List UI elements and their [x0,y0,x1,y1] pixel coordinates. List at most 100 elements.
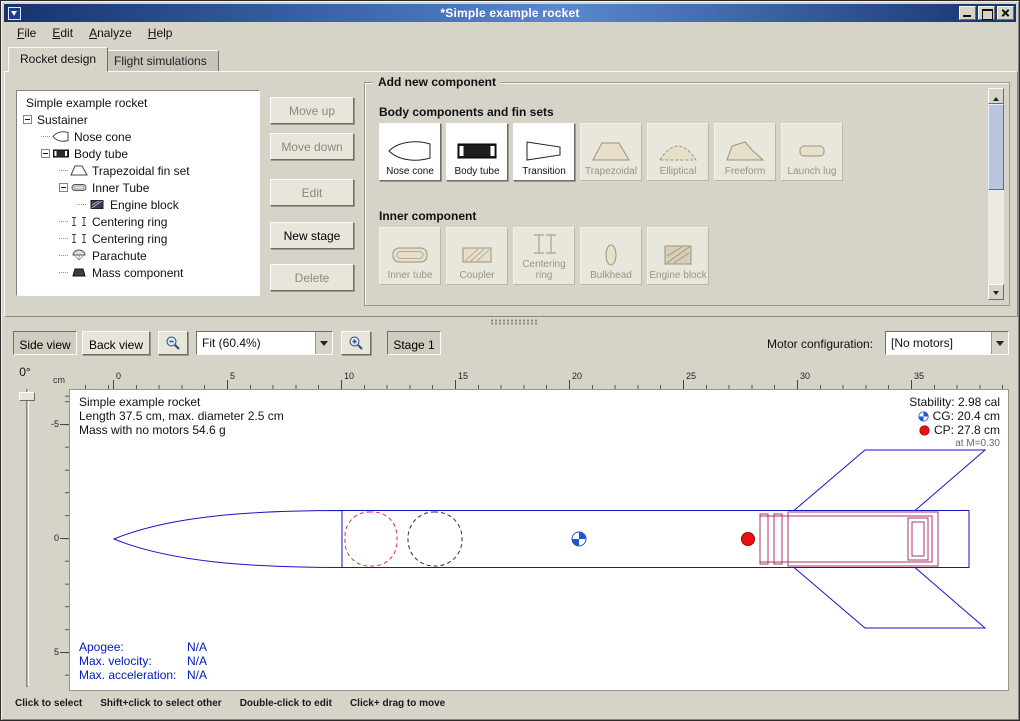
chevron-down-icon[interactable] [991,332,1008,354]
rotation-slider-handle[interactable] [19,392,35,401]
rotation-slider[interactable] [26,389,29,687]
minimize-button[interactable] [959,6,976,20]
add-freeform-fin-button: Freeform [714,123,776,181]
rocket-canvas[interactable]: Simple example rocket Length 37.5 cm, ma… [69,389,1009,691]
component-scrollbar[interactable] [988,88,1004,300]
add-centering-ring-button: Centering ring [513,227,575,285]
side-view-button[interactable]: Side view [13,331,77,355]
collapse-icon[interactable] [41,149,50,158]
zoom-out-icon [165,335,181,351]
rocket-design-panel: Simple example rocket Sustainer Nose con… [4,71,1018,317]
body-tube-icon [52,147,70,160]
body-component-buttons: Nose cone Body tube Transition [379,123,843,181]
tree-item-body-tube[interactable]: Body tube [19,145,259,162]
tree-item-centering-ring-2[interactable]: Centering ring [19,230,259,247]
inner-tube-outline [760,516,932,562]
collapse-icon[interactable] [23,115,32,124]
vertical-ruler: -505 [49,389,69,691]
cg-icon [918,411,929,422]
collapse-icon[interactable] [59,183,68,192]
zoom-value: Fit (60.4%) [197,336,315,350]
add-coupler-button: Coupler [446,227,508,285]
horizontal-ruler: 05101520253035 [69,371,1009,389]
nose-cone-icon [387,138,433,164]
centering-ring-icon [70,215,88,228]
inner-component-label: Inner component [379,209,476,223]
menu-file[interactable]: File [9,24,44,42]
scrollbar-thumb[interactable] [988,104,1004,190]
move-up-button: Move up [270,97,354,124]
add-nose-cone-button[interactable]: Nose cone [379,123,441,181]
back-view-button[interactable]: Back view [82,331,150,355]
nose-cone-icon [52,130,70,143]
rocket-info: Simple example rocket Length 37.5 cm, ma… [79,395,284,437]
engine-block-outline [908,518,928,560]
delete-button: Delete [270,264,354,291]
centering-ring-icon [70,232,88,245]
tree-item-label: Mass component [89,266,183,280]
add-component-group: Add new component Body components and fi… [364,82,1010,306]
mach-label: at M=0.30 [909,437,1000,451]
tree-item-centering-ring-1[interactable]: Centering ring [19,213,259,230]
tree-item-label: Parachute [89,249,147,263]
tree-item-label: Simple example rocket [23,96,147,110]
zoom-in-button[interactable] [341,331,371,355]
body-tube-icon [454,138,500,164]
tree-item-label: Inner Tube [89,181,149,195]
centering-ring-outline [760,514,768,564]
add-body-tube-button[interactable]: Body tube [446,123,508,181]
title-bar[interactable]: *Simple example rocket [4,4,1016,22]
close-button[interactable] [997,6,1014,20]
add-launch-lug-button: Launch lug [781,123,843,181]
status-bar: Click to selectShift+click to select oth… [15,698,463,709]
stability-info: Stability: 2.98 cal CG: 20.4 cm CP: 27.8… [909,395,1000,451]
flight-info: Apogee:N/A Max. velocity:N/A Max. accele… [79,640,207,682]
cg-value: CG: 20.4 cm [933,409,1000,423]
mass-component-icon [70,266,88,279]
tree-item-parachute[interactable]: Parachute [19,247,259,264]
engine-block-outline [912,522,924,556]
menu-analyze[interactable]: Analyze [81,24,140,42]
add-trapezoidal-fin-button: Trapezoidal [580,123,642,181]
centering-ring-outline [774,514,782,564]
parachute-icon [70,249,88,262]
panel-splitter[interactable] [4,317,1018,327]
ruler-unit-label: cm [49,371,69,389]
coupler-icon [454,242,500,268]
menu-help[interactable]: Help [140,24,181,42]
app-window: *Simple example rocket File Edit Analyze… [0,0,1020,721]
edit-button: Edit [270,179,354,206]
zoom-out-button[interactable] [158,331,188,355]
stage-1-toggle[interactable]: Stage 1 [387,331,441,355]
motor-configuration-select[interactable]: [No motors] [885,331,1009,355]
maximize-button[interactable] [978,6,995,20]
tree-item-rocket[interactable]: Simple example rocket [19,94,259,111]
tree-item-sustainer[interactable]: Sustainer [19,111,259,128]
tab-rocket-design[interactable]: Rocket design [8,47,108,72]
tree-item-inner-tube[interactable]: Inner Tube [19,179,259,196]
add-inner-tube-button: Inner tube [379,227,441,285]
tree-item-fin-set[interactable]: Trapezoidal fin set [19,162,259,179]
group-title: Add new component [373,75,501,89]
centering-ring-icon [521,231,567,257]
menu-edit[interactable]: Edit [44,24,81,42]
engine-block-icon [88,198,106,211]
cp-symbol [742,533,755,546]
tree-item-label: Sustainer [34,113,88,127]
launch-lug-icon [789,138,835,164]
stability-value: Stability: 2.98 cal [909,395,1000,409]
scroll-down-icon[interactable] [988,284,1004,300]
chevron-down-icon[interactable] [315,332,332,354]
scroll-up-icon[interactable] [988,88,1004,104]
add-transition-button[interactable]: Transition [513,123,575,181]
tree-item-nose-cone[interactable]: Nose cone [19,128,259,145]
bulkhead-icon [588,242,634,268]
zoom-select[interactable]: Fit (60.4%) [196,331,333,355]
tree-item-mass-component[interactable]: Mass component [19,264,259,281]
trapezoidal-fin-icon [70,164,88,177]
tree-item-engine-block[interactable]: Engine block [19,196,259,213]
new-stage-button[interactable]: New stage [270,222,354,249]
cp-icon [919,425,930,436]
tree-item-label: Nose cone [71,130,131,144]
tab-flight-simulations[interactable]: Flight simulations [102,50,219,72]
